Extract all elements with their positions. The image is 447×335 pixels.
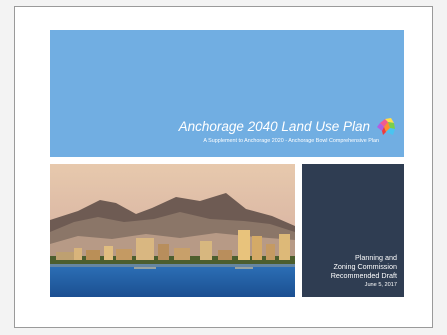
document-cover-page: Anchorage 2040 Land Use Plan A Supplemen… [14,6,433,328]
document-subtitle: A Supplement to Anchorage 2020 - Anchora… [203,138,379,144]
anchorage-skyline-photo [50,164,295,297]
draft-date: June 5, 2017 [364,282,397,288]
document-title: Anchorage 2040 Land Use Plan [178,119,370,134]
draft-line: Zoning Commission [333,262,397,271]
title-banner: Anchorage 2040 Land Use Plan A Supplemen… [50,30,404,157]
colorful-puzzle-state-map-icon [376,116,398,138]
draft-line: Recommended Draft [330,271,397,280]
draft-status-panel: Planning and Zoning Commission Recommend… [302,164,404,297]
draft-description: Planning and Zoning Commission Recommend… [331,253,397,280]
draft-line: Planning and [355,253,397,262]
